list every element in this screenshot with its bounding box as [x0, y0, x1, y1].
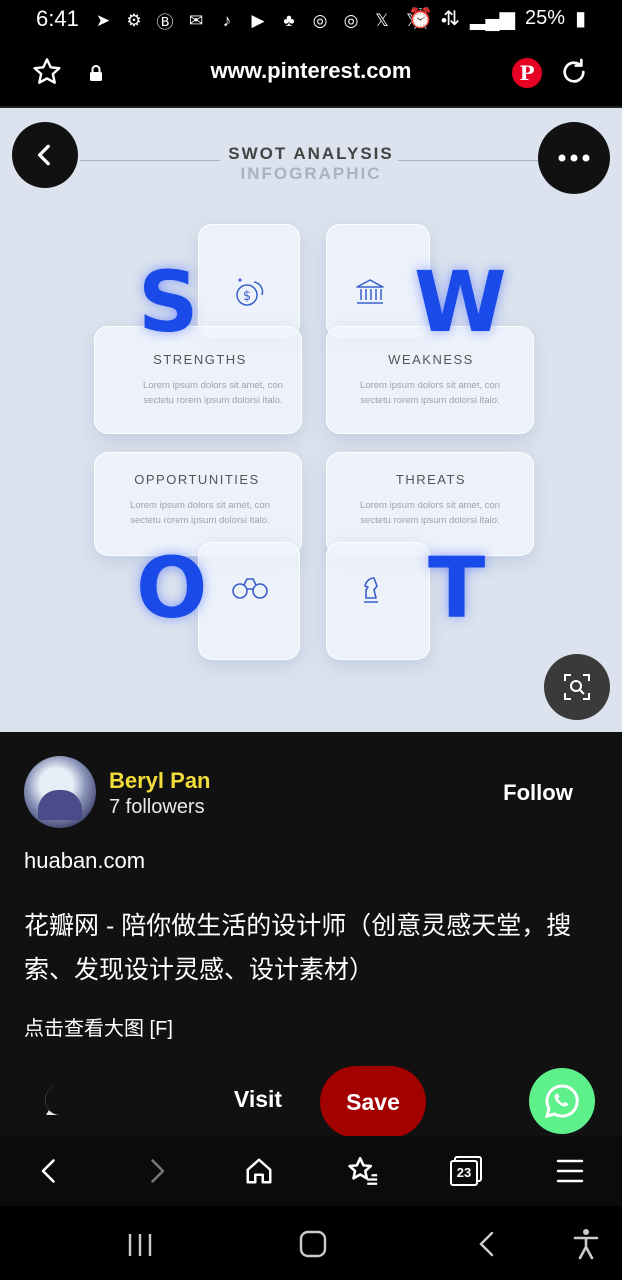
alarm-icon: ⏰	[408, 8, 434, 30]
signal-icon: ▂▄▆	[470, 8, 515, 30]
weakness-label: WEAKNESS	[388, 352, 474, 367]
status-time: 6:41	[36, 6, 79, 31]
binoculars-icon	[230, 574, 270, 607]
strengths-text-2: sectetu rorem ipsum dolorsi ltalo.	[143, 395, 283, 406]
telegram-icon: ➤	[95, 10, 111, 30]
battery-text: 25%	[524, 7, 565, 29]
threats-text-2: sectetu rorem ipsum dolorsi ltalo.	[360, 515, 500, 526]
visit-button[interactable]: Visit	[222, 1086, 294, 1113]
home-icon[interactable]	[244, 1156, 274, 1191]
battery-icon: ▮	[574, 8, 586, 30]
opportunities-text-2: sectetu rorem ipsum dolorsi ltalo.	[130, 515, 270, 526]
bookmarks-icon[interactable]	[346, 1154, 380, 1193]
avatar[interactable]	[24, 756, 96, 828]
weakness-text-1: Lorem ipsum dolors sit amet, con	[360, 380, 500, 391]
browser-bottom-nav: 23	[0, 1136, 622, 1206]
pin-details: Beryl Pan 7 followers Follow huaban.com …	[0, 732, 622, 1138]
opportunities-label: OPPORTUNITIES	[134, 472, 260, 487]
more-dots-icon	[558, 154, 590, 162]
follower-count: 7 followers	[109, 796, 205, 818]
accessibility-icon[interactable]	[572, 1228, 600, 1265]
weakness-letter: W	[414, 253, 507, 351]
status-right: ⏰ ⇅ ▂▄▆ 25% ▮	[408, 6, 586, 31]
lens-search-icon	[564, 674, 590, 700]
threats-letter: T	[428, 539, 486, 637]
infographic-subtitle: INFOGRAPHIC	[240, 164, 382, 183]
pinterest-icon[interactable]: P	[512, 58, 542, 88]
avatar-figure	[38, 790, 82, 820]
reload-icon[interactable]	[558, 56, 590, 93]
back-button[interactable]	[12, 122, 78, 188]
bank-icon	[354, 276, 386, 313]
youtube-icon: ▶	[251, 10, 265, 30]
more-options-button[interactable]	[538, 122, 610, 194]
whatsapp-share-button[interactable]	[529, 1068, 595, 1134]
pin-image[interactable]: SWOT ANALYSIS INFOGRAPHIC S $ STRENGTHS …	[0, 108, 622, 732]
instagram-icon: ◎	[343, 10, 359, 30]
dots-icon: ♣	[283, 10, 295, 30]
follow-button[interactable]: Follow	[490, 780, 586, 806]
system-nav-bar	[0, 1206, 622, 1280]
notification-icons: ➤ ⚙ Ⓑ ✉ ♪ ▶ ♣ ◎ ◎ 𝕏 𝕏 •	[92, 8, 455, 33]
menu-icon[interactable]	[556, 1158, 584, 1189]
recent-apps-icon[interactable]	[126, 1232, 154, 1263]
browser-forward-icon[interactable]	[142, 1156, 170, 1191]
data-icon: ⇅	[443, 8, 461, 30]
pin-description: 点击查看大图 [F]	[24, 1018, 173, 1040]
browser-url-bar: www.pinterest.com P	[0, 40, 622, 108]
threats-text-1: Lorem ipsum dolors sit amet, con	[360, 500, 500, 511]
chat-icon: ✉	[188, 10, 204, 30]
strengths-label: STRENGTHS	[153, 352, 247, 367]
tab-count: 23	[450, 1160, 478, 1186]
strengths-text-1: Lorem ipsum dolors sit amet, con	[143, 380, 283, 391]
b-icon: Ⓑ	[156, 13, 174, 32]
system-back-icon[interactable]	[476, 1230, 498, 1263]
instagram-icon: ◎	[312, 10, 328, 30]
system-home-icon[interactable]	[299, 1230, 327, 1263]
status-bar: 6:41 ➤ ⚙ Ⓑ ✉ ♪ ▶ ♣ ◎ ◎ 𝕏 𝕏 • ⏰ ⇅ ▂▄▆ 25%…	[0, 0, 622, 40]
pin-title: 花瓣网 - 陪你做生活的设计师（创意灵感天堂，搜索、发现设计灵感、设计素材）	[24, 912, 572, 984]
x-icon: 𝕏	[375, 10, 389, 30]
tiktok-icon: ♪	[222, 10, 232, 30]
opportunities-text-1: Lorem ipsum dolors sit amet, con	[130, 500, 270, 511]
chevron-left-icon	[37, 144, 50, 166]
strengths-letter: S	[138, 253, 199, 351]
save-button[interactable]: Save	[320, 1066, 426, 1138]
weakness-text-2: sectetu rorem ipsum dolorsi ltalo.	[360, 395, 500, 406]
source-domain[interactable]: huaban.com	[24, 848, 145, 874]
threats-label: THREATS	[395, 472, 467, 487]
svg-text:$: $	[243, 289, 251, 304]
opportunities-letter: O	[136, 539, 208, 637]
gear-icon: ⚙	[126, 10, 142, 30]
visual-search-button[interactable]	[544, 654, 610, 720]
creator-name[interactable]: Beryl Pan	[109, 768, 211, 794]
comment-icon[interactable]	[42, 1082, 78, 1123]
infographic-title: SWOT ANALYSIS	[228, 144, 394, 163]
dollar-coin-icon: $	[232, 274, 268, 315]
chess-knight-icon	[356, 570, 384, 611]
browser-back-icon[interactable]	[36, 1156, 64, 1191]
tabs-button[interactable]: 23	[450, 1156, 482, 1186]
whatsapp-icon	[544, 1084, 579, 1119]
